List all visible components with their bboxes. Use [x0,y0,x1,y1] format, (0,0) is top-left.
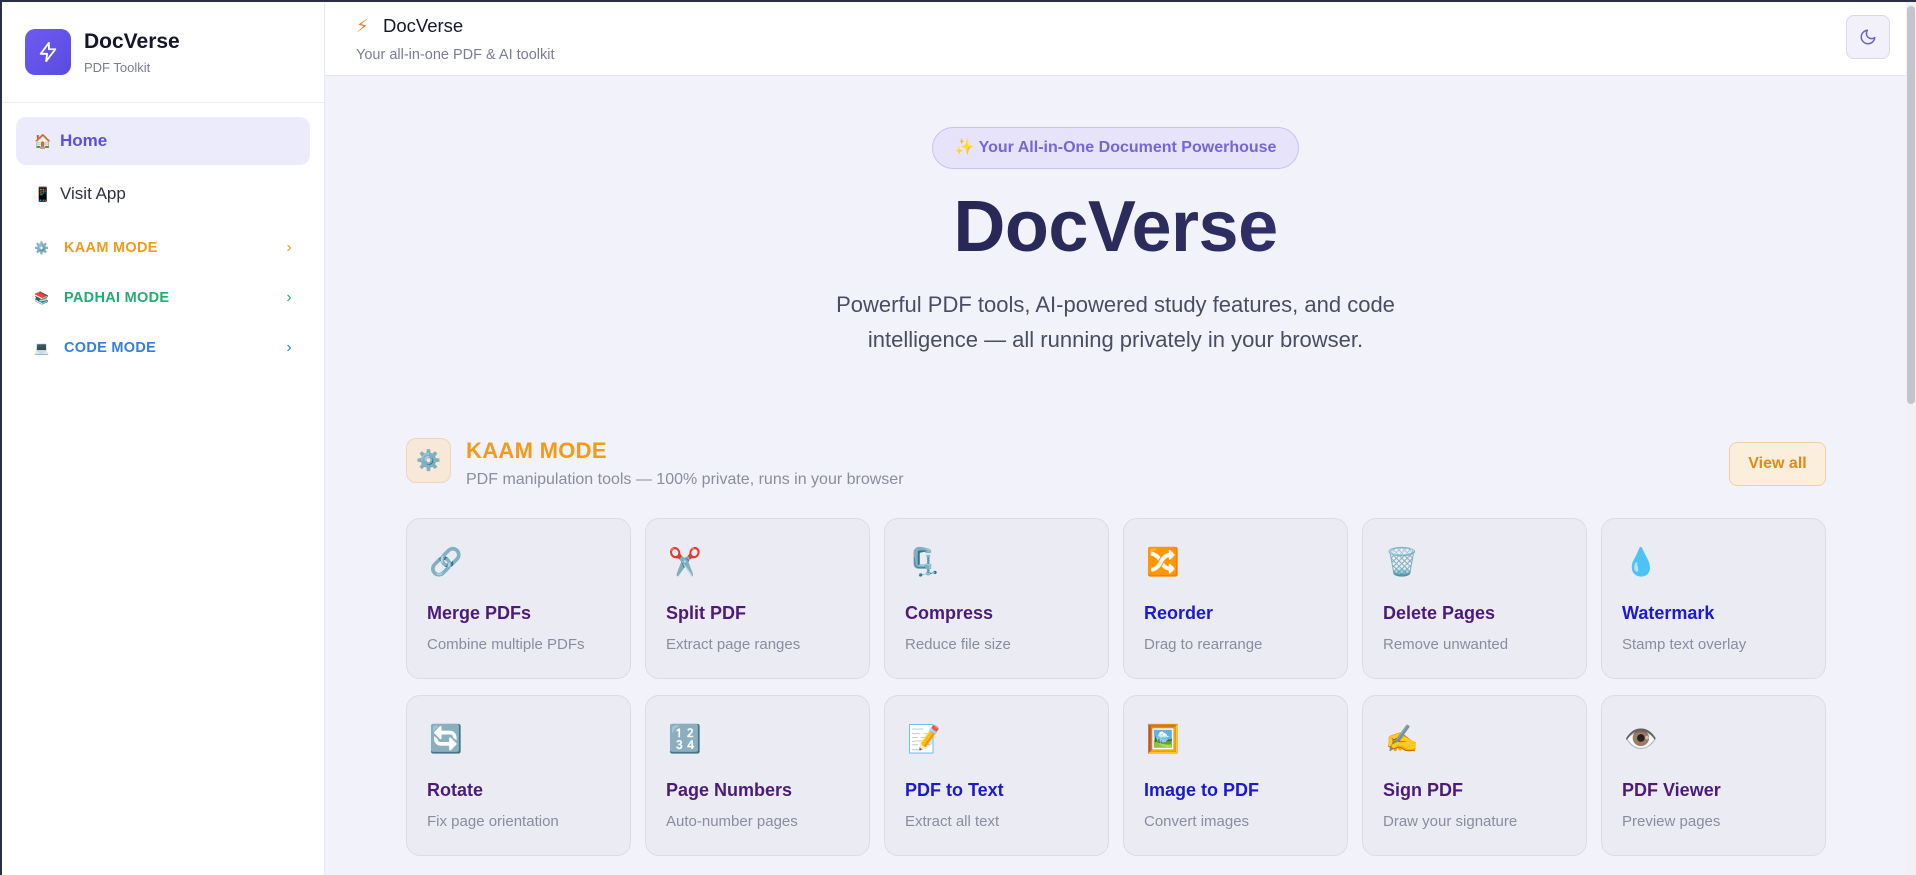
tool-card-pdf-viewer[interactable]: 👁️ PDF Viewer Preview pages [1601,695,1826,856]
tool-card-rotate[interactable]: 🔄 Rotate Fix page orientation [406,695,631,856]
tool-title: Rotate [427,780,484,800]
tool-description: Drag to rearrange [1144,636,1263,653]
sidebar-item-label: Home [60,131,108,150]
tool-card-delete-pages[interactable]: 🗑️ Delete Pages Remove unwanted [1362,518,1587,679]
brand-title: DocVerse [84,29,180,53]
brand[interactable]: DocVerse PDF Toolkit [2,2,324,103]
numbers-icon: 🔢 [668,724,702,754]
hero-badge: ✨ Your All-in-One Document Powerhouse [931,127,1300,169]
chevron-right-icon: › [286,239,292,256]
tool-card-merge-pdfs[interactable]: 🔗 Merge PDFs Combine multiple PDFs [406,518,631,679]
bolt-logo-icon [25,29,71,75]
tool-card-page-numbers[interactable]: 🔢 Page Numbers Auto-number pages [645,695,870,856]
shuffle-icon: 🔀 [1146,547,1180,577]
tool-description: Preview pages [1622,813,1721,830]
tool-description: Draw your signature [1383,813,1518,830]
tool-title: Delete Pages [1383,603,1496,623]
tool-card-pdf-to-text[interactable]: 📝 PDF to Text Extract all text [884,695,1109,856]
trash-icon: 🗑️ [1385,547,1419,577]
tool-description: Stamp text overlay [1622,636,1747,653]
sidebar-item-label: KAAM MODE [64,240,158,256]
kaam-mode-section: ⚙️ KAAM MODE PDF manipulation tools — 10… [406,438,1826,856]
section-title: KAAM MODE [466,438,607,463]
books-icon: 📚 [34,291,50,305]
hero-description: Powerful PDF tools, AI-powered study fea… [836,292,1395,352]
brand-subtitle: PDF Toolkit [84,59,151,75]
tool-description: Convert images [1144,813,1250,830]
tool-description: Combine multiple PDFs [427,636,585,653]
laptop-icon: 💻 [34,341,50,355]
rotate-icon: 🔄 [429,724,463,754]
tool-description: Fix page orientation [427,813,559,830]
tool-title: Image to PDF [1144,780,1260,800]
main-content: ⚡ DocVerse Your all-in-one PDF & AI tool… [325,2,1916,875]
chevron-right-icon: › [286,289,292,306]
tool-description: Extract page ranges [666,636,801,653]
tool-title: PDF to Text [905,780,1004,800]
sidebar-item-padhai-mode[interactable]: 📚 PADHAI MODE › [16,273,310,323]
tool-title: Sign PDF [1383,780,1463,800]
tool-card-watermark[interactable]: 💧 Watermark Stamp text overlay [1601,518,1826,679]
mobile-phone-icon: 📱 [34,185,52,202]
sidebar-item-code-mode[interactable]: 💻 CODE MODE › [16,323,310,373]
picture-icon: 🖼️ [1146,724,1180,754]
droplet-icon: 💧 [1624,547,1658,577]
eye-icon: 👁️ [1624,724,1658,754]
tool-grid: 🔗 Merge PDFs Combine multiple PDFs ✂️ Sp… [406,518,1826,856]
tool-description: Remove unwanted [1383,636,1509,653]
top-bar: ⚡ DocVerse Your all-in-one PDF & AI tool… [325,2,1916,76]
hero-title: DocVerse [325,187,1906,267]
tool-title: PDF Viewer [1622,780,1721,800]
home-icon: 🏠 [34,132,52,149]
tool-title: Merge PDFs [427,603,532,623]
theme-toggle-button[interactable] [1846,15,1890,59]
scrollbar-thumb[interactable] [1907,6,1915,404]
tool-description: Extract all text [905,813,1000,830]
link-icon: 🔗 [429,547,463,577]
tool-description: Auto-number pages [666,813,798,830]
vertical-scrollbar[interactable] [1906,2,1916,875]
gear-icon: ⚙️ [34,241,50,255]
sidebar: DocVerse PDF Toolkit 🏠 Home 📱 Visit App … [2,2,325,875]
topbar-subtitle: Your all-in-one PDF & AI toolkit [356,47,555,63]
clamp-icon: 🗜️ [907,547,941,577]
gear-icon: ⚙️ [406,438,451,483]
sidebar-nav: 🏠 Home 📱 Visit App ⚙️ KAAM MODE › 📚 PADH… [2,103,324,373]
tool-card-split-pdf[interactable]: ✂️ Split PDF Extract page ranges [645,518,870,679]
tool-title: Reorder [1144,603,1214,623]
writing-hand-icon: ✍️ [1385,724,1419,754]
view-all-button[interactable]: View all [1729,442,1826,486]
sidebar-item-visit-app[interactable]: 📱 Visit App [16,170,310,218]
tool-card-sign-pdf[interactable]: ✍️ Sign PDF Draw your signature [1362,695,1587,856]
scissors-icon: ✂️ [668,547,702,577]
sidebar-item-label: CODE MODE [64,340,157,356]
lightning-icon: ⚡ [356,15,369,36]
tool-title: Split PDF [666,603,746,623]
tool-card-image-to-pdf[interactable]: 🖼️ Image to PDF Convert images [1123,695,1348,856]
sidebar-item-home[interactable]: 🏠 Home [16,117,310,165]
chevron-right-icon: › [286,339,292,356]
tool-title: Compress [905,603,994,623]
tool-description: Reduce file size [905,636,1011,653]
tool-card-reorder[interactable]: 🔀 Reorder Drag to rearrange [1123,518,1348,679]
sidebar-item-label: Visit App [60,184,126,203]
hero: ✨ Your All-in-One Document Powerhouse Do… [325,76,1906,357]
moon-icon [1860,29,1876,45]
tool-title: Page Numbers [666,780,793,800]
tool-card-compress[interactable]: 🗜️ Compress Reduce file size [884,518,1109,679]
app-window: DocVerse PDF Toolkit 🏠 Home 📱 Visit App … [0,0,1916,875]
sidebar-item-label: PADHAI MODE [64,290,170,306]
tool-title: Watermark [1622,603,1715,623]
memo-icon: 📝 [907,724,941,754]
sidebar-item-kaam-mode[interactable]: ⚙️ KAAM MODE › [16,223,310,273]
section-subtitle: PDF manipulation tools — 100% private, r… [466,471,904,488]
topbar-title: DocVerse [383,15,464,36]
